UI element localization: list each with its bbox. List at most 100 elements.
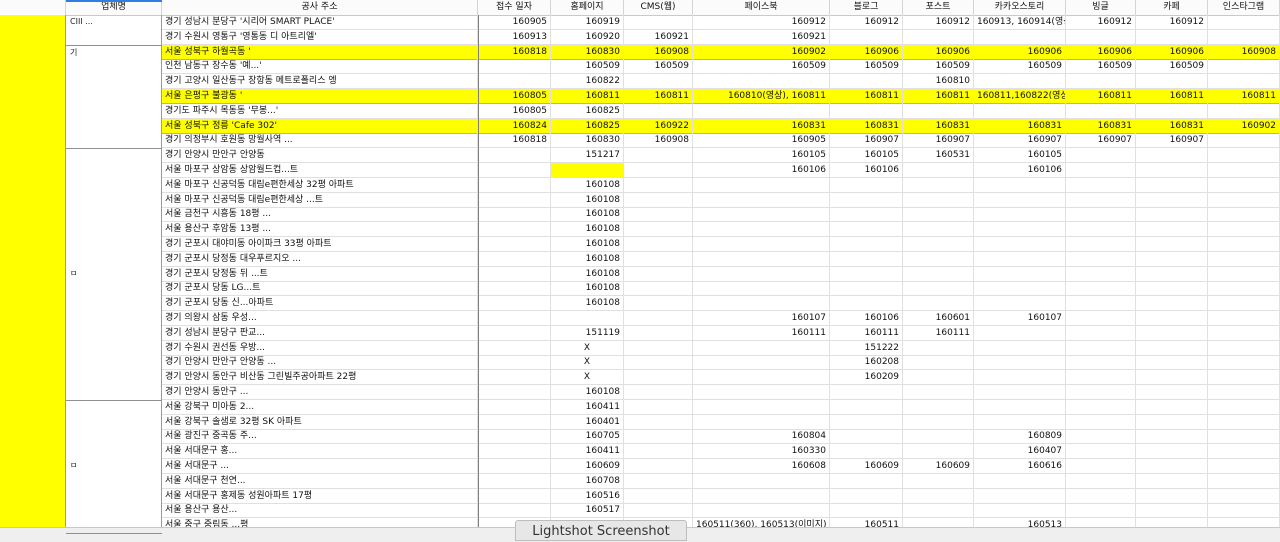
date-cell[interactable] (478, 74, 551, 90)
cms-cell[interactable] (624, 163, 693, 178)
post-cell[interactable] (903, 177, 974, 193)
address-cell[interactable]: 서울 용산구 후암동 13평 ... (162, 222, 478, 238)
address-cell[interactable]: 서울 서대문구 홍제동 성원아파트 17평 (162, 488, 478, 504)
kakao-cell[interactable]: 160407 (974, 444, 1066, 460)
vingle-cell[interactable] (1066, 103, 1136, 119)
fb-cell[interactable] (693, 414, 830, 430)
insta-cell[interactable] (1208, 207, 1280, 223)
cafe-cell[interactable] (1136, 177, 1208, 193)
column-header[interactable]: 업체명 (66, 0, 162, 15)
home-cell[interactable]: 160609 (551, 459, 624, 474)
home-cell[interactable]: 160108 (551, 385, 624, 400)
insta-cell[interactable] (1208, 148, 1280, 164)
table-row[interactable]: 경기 성남시 분당구 '시리어 SMART PLACE' 160905 160919… (162, 15, 1280, 30)
cafe-cell[interactable] (1136, 473, 1208, 489)
home-cell[interactable]: 160509 (551, 59, 624, 75)
kakao-cell[interactable] (974, 177, 1066, 193)
address-cell[interactable]: 경기 수원시 영통구 '영통동 디 아트리엘' (162, 29, 478, 45)
home-cell[interactable]: 160830 (551, 44, 624, 60)
table-row[interactable]: 경기 수원시 영통구 '영통동 디 아트리엘' 160913 160920 16092… (162, 29, 1280, 45)
address-cell[interactable]: 경기 군포시 당동 신...아파트 (162, 296, 478, 312)
table-row[interactable]: 서울 금천구 시흥동 18평 ... 160108 (162, 207, 1280, 223)
kakao-cell[interactable] (974, 192, 1066, 208)
vingle-cell[interactable] (1066, 459, 1136, 474)
post-cell[interactable] (903, 503, 974, 519)
kakao-cell[interactable] (974, 251, 1066, 267)
post-cell[interactable] (903, 488, 974, 504)
kakao-cell[interactable] (974, 281, 1066, 297)
column-header[interactable]: 카페 (1136, 0, 1208, 15)
home-cell[interactable]: 160411 (551, 399, 624, 415)
home-cell[interactable]: 160108 (551, 177, 624, 193)
cafe-cell[interactable] (1136, 29, 1208, 45)
vingle-cell[interactable]: 160906 (1066, 44, 1136, 60)
address-cell[interactable]: 서울 서대문구 홍... (162, 444, 478, 460)
vingle-cell[interactable] (1066, 385, 1136, 400)
date-cell[interactable] (478, 473, 551, 489)
insta-cell[interactable] (1208, 429, 1280, 445)
post-cell[interactable] (903, 281, 974, 297)
address-cell[interactable]: 경기 의정부시 호원동 망월사역 ... (162, 133, 478, 149)
table-row[interactable]: 서울 성북구 하월곡동 ' 160818 160830 160908 160902 160… (162, 44, 1280, 60)
blog-cell[interactable] (830, 488, 903, 504)
insta-cell[interactable] (1208, 103, 1280, 119)
insta-cell[interactable] (1208, 399, 1280, 415)
address-cell[interactable]: 경기 안양시 동안구 ... (162, 385, 478, 400)
insta-cell[interactable]: 160908 (1208, 44, 1280, 60)
blog-cell[interactable]: 151222 (830, 340, 903, 356)
post-cell[interactable]: 160907 (903, 133, 974, 149)
home-cell[interactable]: 160108 (551, 296, 624, 312)
vingle-cell[interactable] (1066, 251, 1136, 267)
kakao-cell[interactable] (974, 29, 1066, 45)
date-cell[interactable] (478, 414, 551, 430)
fb-cell[interactable]: 160106 (693, 163, 830, 178)
home-cell[interactable]: 160708 (551, 473, 624, 489)
vingle-cell[interactable] (1066, 266, 1136, 282)
column-header[interactable]: 빙글 (1066, 0, 1136, 15)
blog-cell[interactable] (830, 296, 903, 312)
post-cell[interactable] (903, 429, 974, 445)
cafe-cell[interactable] (1136, 459, 1208, 474)
fb-cell[interactable] (693, 355, 830, 371)
blog-cell[interactable] (830, 503, 903, 519)
home-cell[interactable]: 160920 (551, 29, 624, 45)
cms-cell[interactable] (624, 296, 693, 312)
column-header[interactable]: CMS(웹) (624, 0, 693, 15)
home-cell[interactable]: 151119 (551, 325, 624, 341)
cafe-cell[interactable] (1136, 414, 1208, 430)
date-cell[interactable]: 160805 (478, 89, 551, 104)
address-cell[interactable]: 서울 금천구 시흥동 18평 ... (162, 207, 478, 223)
post-cell[interactable]: 160811 (903, 89, 974, 104)
blog-cell[interactable]: 160912 (830, 15, 903, 30)
fb-cell[interactable] (693, 370, 830, 386)
cms-cell[interactable] (624, 266, 693, 282)
date-cell[interactable] (478, 340, 551, 356)
home-cell[interactable]: 160822 (551, 74, 624, 90)
date-cell[interactable] (478, 399, 551, 415)
cafe-cell[interactable] (1136, 148, 1208, 164)
home-cell[interactable]: 160516 (551, 488, 624, 504)
vingle-cell[interactable] (1066, 355, 1136, 371)
address-cell[interactable]: 경기 성남시 분당구 판교... (162, 325, 478, 341)
kakao-cell[interactable] (974, 296, 1066, 312)
kakao-cell[interactable] (974, 503, 1066, 519)
fb-cell[interactable]: 160330 (693, 444, 830, 460)
vingle-cell[interactable]: 160912 (1066, 15, 1136, 30)
insta-cell[interactable] (1208, 251, 1280, 267)
post-cell[interactable] (903, 207, 974, 223)
table-row[interactable]: 서울 용산구 용산... 160517 (162, 503, 1280, 519)
table-row[interactable]: 서울 성북구 정릉 'Cafe 302' 160824 160825 160922 16… (162, 118, 1280, 134)
fb-cell[interactable] (693, 251, 830, 267)
post-cell[interactable]: 160531 (903, 148, 974, 164)
address-cell[interactable]: 서울 성북구 정릉 'Cafe 302' (162, 118, 478, 134)
kakao-cell[interactable] (974, 74, 1066, 90)
date-cell[interactable] (478, 444, 551, 460)
address-cell[interactable]: 서울 마포구 상암동 상암월드컵...트 (162, 163, 478, 178)
column-header[interactable]: 인스타그램 (1208, 0, 1280, 15)
cms-cell[interactable]: 160921 (624, 29, 693, 45)
cafe-cell[interactable]: 160907 (1136, 133, 1208, 149)
table-row[interactable]: 서울 용산구 후암동 13평 ... 160108 (162, 222, 1280, 238)
cafe-cell[interactable] (1136, 237, 1208, 252)
post-cell[interactable] (903, 444, 974, 460)
address-cell[interactable]: 서울 강북구 솔샘로 32평 SK 아파트 (162, 414, 478, 430)
